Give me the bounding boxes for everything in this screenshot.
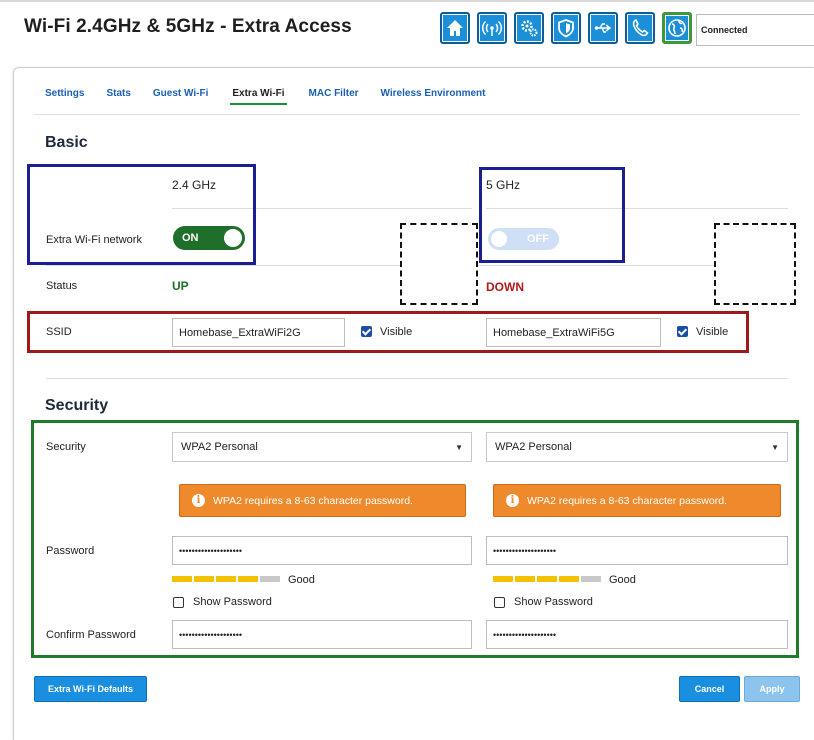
tab-stats[interactable]: Stats xyxy=(106,88,130,105)
tab-wireless-environment[interactable]: Wireless Environment xyxy=(381,88,486,105)
annotation-box-security xyxy=(31,420,799,658)
tab-extra-wifi[interactable]: Extra Wi-Fi xyxy=(230,88,287,105)
tab-guest-wifi[interactable]: Guest Wi-Fi xyxy=(153,88,208,105)
top-border xyxy=(0,0,814,2)
tab-divider xyxy=(34,114,800,115)
section-divider xyxy=(46,378,788,379)
apply-button[interactable]: Apply xyxy=(744,676,800,702)
phone-icon[interactable] xyxy=(625,12,655,44)
placeholder-image xyxy=(400,223,478,305)
basic-section-title: Basic xyxy=(45,134,88,151)
top-nav-icons xyxy=(440,12,692,44)
status-label: Status xyxy=(46,280,78,292)
connection-status: Connected xyxy=(696,14,814,46)
extra-wifi-defaults-button[interactable]: Extra Wi-Fi Defaults xyxy=(34,676,147,702)
globe-icon[interactable] xyxy=(662,12,692,44)
annotation-box-5ghz-toggle xyxy=(479,167,625,263)
settings-gears-icon[interactable] xyxy=(514,12,544,44)
cancel-button[interactable]: Cancel xyxy=(679,676,740,702)
shield-icon[interactable] xyxy=(551,12,581,44)
tab-mac-filter[interactable]: MAC Filter xyxy=(309,88,359,105)
annotation-box-ssid xyxy=(27,311,749,353)
page-title: Wi-Fi 2.4GHz & 5GHz - Extra Access xyxy=(24,16,352,37)
status-24ghz: UP xyxy=(172,279,189,293)
home-icon[interactable] xyxy=(440,12,470,44)
security-section-title: Security xyxy=(45,397,109,414)
tab-bar: Settings Stats Guest Wi-Fi Extra Wi-Fi M… xyxy=(45,88,507,105)
annotation-box-24ghz-toggle xyxy=(27,164,256,265)
status-5ghz: DOWN xyxy=(486,280,524,294)
wireless-icon[interactable] xyxy=(477,12,507,44)
usb-icon[interactable] xyxy=(588,12,618,44)
placeholder-image xyxy=(714,223,796,305)
tab-settings[interactable]: Settings xyxy=(45,88,84,105)
